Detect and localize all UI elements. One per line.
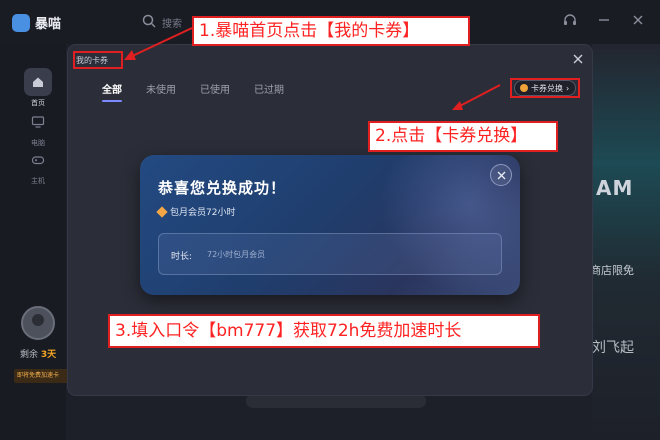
app-logo[interactable]: 暴喵 xyxy=(12,13,61,32)
banner-text: AM xyxy=(596,176,634,200)
annotation-step-1: 1.暴喵首页点击【我的卡券】 xyxy=(192,16,470,46)
bottom-pill xyxy=(246,394,426,408)
headset-icon[interactable] xyxy=(562,12,578,28)
card-close-button[interactable] xyxy=(490,164,512,186)
gamepad-icon xyxy=(31,156,45,165)
sidebar-item-home[interactable]: 首页 xyxy=(17,68,59,108)
duration-field: 时长: 72小时包月会员 xyxy=(158,233,502,275)
banner-background xyxy=(592,44,660,440)
sidebar-item-label: 主机 xyxy=(31,177,45,185)
tab-all[interactable]: 全部 xyxy=(102,81,122,102)
annotation-step-3: 3.填入口令【bm777】获取72h免费加速时长 xyxy=(108,314,540,348)
banner-promo-text: 刘飞起 xyxy=(592,340,634,356)
diamond-icon xyxy=(156,205,168,218)
banner-shop-text: 商店限免 xyxy=(590,264,634,277)
avatar[interactable] xyxy=(21,306,55,340)
duration-value: 72小时包月会员 xyxy=(207,250,266,259)
monitor-icon xyxy=(31,116,45,128)
tab-unused[interactable]: 未使用 xyxy=(146,81,176,102)
tab-expired[interactable]: 已过期 xyxy=(254,81,284,102)
tab-used[interactable]: 已使用 xyxy=(200,81,230,102)
duration-label: 时长: xyxy=(171,252,193,262)
success-title: 恭喜您兑换成功！ xyxy=(158,179,287,197)
sidebar-item-pc[interactable]: 电脑 xyxy=(17,108,59,148)
membership-name: 包月会员72小时 xyxy=(170,208,236,218)
sidebar-item-label: 首页 xyxy=(31,99,45,107)
promo-strip[interactable]: 即将免费加速卡 xyxy=(14,369,72,383)
coupon-tabs: 全部 未使用 已使用 已过期 xyxy=(102,81,284,102)
remaining-days: 剩余 3天 xyxy=(20,350,57,360)
close-icon[interactable] xyxy=(572,53,584,65)
membership-subtitle: 包月会员72小时 xyxy=(156,205,236,218)
sidebar-item-console[interactable]: 主机 xyxy=(17,146,59,186)
minimize-icon[interactable] xyxy=(596,12,612,28)
highlight-my-coupons xyxy=(73,51,123,69)
highlight-redeem-button xyxy=(510,78,580,98)
close-window-icon[interactable] xyxy=(630,12,646,28)
redeem-success-card: 恭喜您兑换成功！ 包月会员72小时 时长: 72小时包月会员 xyxy=(140,155,520,295)
annotation-step-2: 2.点击【卡券兑换】 xyxy=(368,121,558,152)
home-icon xyxy=(33,77,43,87)
search-icon[interactable] xyxy=(142,14,156,28)
close-icon xyxy=(497,171,505,179)
app-name: 暴喵 xyxy=(35,17,62,32)
search-placeholder[interactable]: 搜索 xyxy=(162,15,182,30)
cat-logo-icon xyxy=(12,13,30,32)
